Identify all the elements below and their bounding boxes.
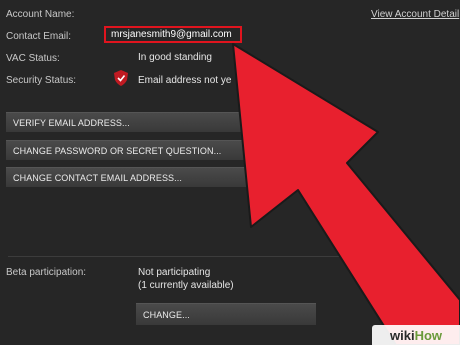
watermark-wiki: wiki	[389, 327, 415, 343]
wikihow-watermark: wiki How	[372, 325, 460, 345]
red-arrow-icon	[232, 43, 460, 345]
watermark-how: How	[414, 327, 443, 343]
